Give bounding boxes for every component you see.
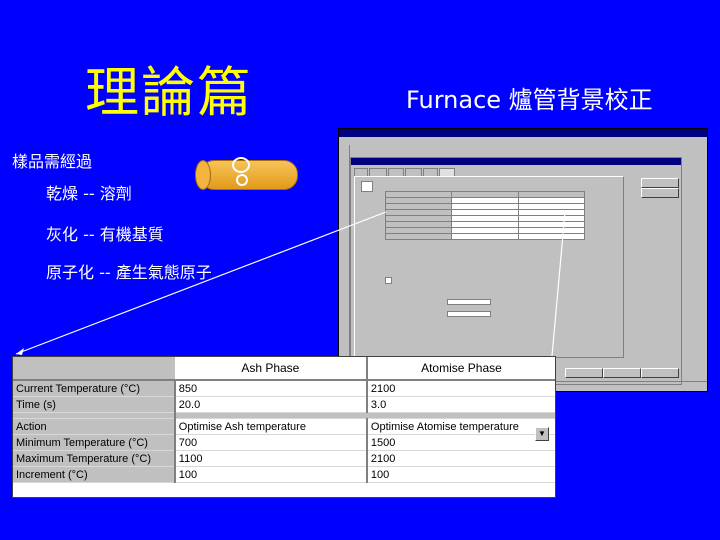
tab[interactable] bbox=[404, 168, 423, 176]
row-label: Current Temperature (°C) bbox=[13, 380, 176, 397]
method-dialog bbox=[350, 157, 682, 385]
bullet-atomising: 原子化 -- 產生氣態原子 bbox=[46, 263, 212, 282]
mini-button[interactable] bbox=[641, 188, 679, 198]
ok-button[interactable] bbox=[565, 368, 603, 378]
table-row: Increment (°C) 100 100 bbox=[13, 466, 555, 483]
dialog-tabs bbox=[354, 168, 456, 176]
row-label: Time (s) bbox=[13, 396, 176, 413]
ash-cell[interactable]: 1100 bbox=[174, 450, 368, 467]
tab[interactable] bbox=[387, 168, 404, 176]
panel-icon bbox=[361, 181, 373, 192]
bullet-drying: 乾燥 -- 溶劑 bbox=[46, 184, 132, 203]
software-screenshot bbox=[338, 128, 708, 392]
mini-parameter-table bbox=[384, 191, 586, 240]
page-title: 理論篇 bbox=[85, 61, 253, 124]
table-corner bbox=[13, 357, 175, 381]
table-row: Time (s) 20.0 3.0 bbox=[13, 396, 555, 413]
tab[interactable] bbox=[423, 168, 438, 176]
ash-cell[interactable]: 100 bbox=[174, 466, 368, 483]
phase-table: Ash Phase Atomise Phase Current Temperat… bbox=[13, 357, 555, 483]
ash-cell[interactable]: 20.0 bbox=[174, 396, 368, 413]
cancel-button[interactable] bbox=[603, 368, 641, 378]
mini-field[interactable] bbox=[447, 299, 491, 305]
mini-field[interactable] bbox=[447, 311, 491, 317]
atomise-cell[interactable]: 100 bbox=[366, 466, 555, 483]
arrowhead-left bbox=[16, 348, 24, 355]
atomise-cell[interactable]: 2100 bbox=[366, 450, 555, 467]
atomise-cell[interactable]: 1500 bbox=[366, 434, 555, 451]
help-button[interactable] bbox=[641, 368, 679, 378]
table-header-row: Ash Phase Atomise Phase bbox=[13, 357, 555, 381]
tab[interactable] bbox=[354, 168, 369, 176]
tube-end bbox=[195, 160, 211, 190]
row-label: Increment (°C) bbox=[13, 466, 176, 483]
tube-drop bbox=[236, 174, 248, 186]
app-sidebar bbox=[339, 145, 350, 389]
zoomed-phase-table: Ash Phase Atomise Phase Current Temperat… bbox=[12, 356, 556, 498]
dropdown-arrow-icon[interactable]: ▼ bbox=[535, 427, 549, 441]
bullet-ashing: 灰化 -- 有機基質 bbox=[46, 225, 164, 244]
table-row: Maximum Temperature (°C) 1100 2100 bbox=[13, 450, 555, 467]
row-label: Action bbox=[13, 418, 176, 435]
app-titlebar bbox=[339, 129, 707, 137]
bullet-sample-steps: 樣品需經過 bbox=[12, 152, 93, 171]
atomise-cell[interactable]: 3.0 bbox=[366, 396, 555, 413]
ash-action-select[interactable]: Optimise Ash temperature bbox=[174, 418, 368, 435]
atomise-cell[interactable]: 2100 bbox=[366, 380, 555, 397]
tab[interactable] bbox=[369, 168, 387, 176]
table-row: Action Optimise Ash temperature Optimise… bbox=[13, 418, 555, 435]
header-ash-phase: Ash Phase bbox=[174, 357, 368, 381]
furnace-subtitle: Furnace 爐管背景校正 bbox=[406, 86, 653, 114]
app-menubar bbox=[339, 138, 707, 145]
row-label: Maximum Temperature (°C) bbox=[13, 450, 176, 467]
table-row: Minimum Temperature (°C) 700 1500 bbox=[13, 434, 555, 451]
table-row: Current Temperature (°C) 850 2100 bbox=[13, 380, 555, 397]
tube-hole bbox=[232, 157, 250, 173]
tab-active[interactable] bbox=[438, 168, 455, 176]
row-label: Minimum Temperature (°C) bbox=[13, 434, 176, 451]
ash-cell[interactable]: 700 bbox=[174, 434, 368, 451]
dialog-panel bbox=[354, 176, 624, 358]
mini-checkbox[interactable] bbox=[385, 277, 392, 284]
ash-cell[interactable]: 850 bbox=[174, 380, 368, 397]
dialog-titlebar bbox=[351, 158, 681, 165]
mini-button[interactable] bbox=[641, 178, 679, 188]
atomise-action-select[interactable]: Optimise Atomise temperature bbox=[366, 418, 555, 435]
header-atomise-phase: Atomise Phase bbox=[366, 357, 555, 381]
